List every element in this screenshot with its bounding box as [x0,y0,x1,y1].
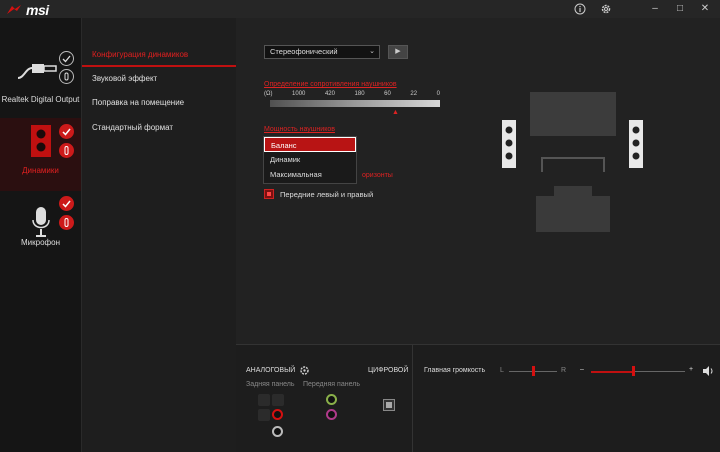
menu-item-speaker-config[interactable]: Конфигурация динамиков [92,50,188,59]
power-dropdown[interactable]: Баланс Динамик Максимальная [263,136,357,184]
analog-label: АНАЛОГОВЫЙ [246,367,296,374]
device-label: Микрофон [21,238,60,247]
volume-plus-button[interactable]: + [689,366,693,373]
scale-tick: 22 [410,91,418,97]
rear-panel-label: Задняя панель [246,381,295,388]
left-speaker-icon [502,120,516,168]
front-lr-label: Передние левый и правый [280,189,374,199]
front-panel-label: Передняя панель [303,381,360,388]
device-label: Realtek Digital Output [1,95,80,104]
digital-label: ЦИФРОВОЙ [368,367,409,374]
device-label: Динамики [22,166,59,175]
scale-tick: 1000 [292,91,306,97]
info-icon[interactable] [571,1,589,17]
select-value: Стереофонический [270,47,338,56]
rear-jack-slot[interactable] [258,394,270,406]
chevron-down-icon: ⌄ [369,48,375,55]
menu-item-room-correction[interactable]: Поправка на помещение [92,98,184,107]
default-comm-icon[interactable] [59,143,74,158]
front-lr-checkbox[interactable] [264,189,274,199]
scale-tick: (Ω) [264,91,273,97]
title-bar: msi – □ ✕ [0,0,720,18]
menu-item-sound-effect[interactable]: Звуковой эффект [92,74,157,83]
impedance-scale: (Ω) 1000 420 180 60 22 0 [264,91,440,97]
device-microphone[interactable]: Микрофон [0,191,81,271]
speaker-volume-icon[interactable] [702,366,714,378]
front-jack-pink[interactable] [326,409,337,420]
impedance-title: Определение сопротивления наушников [264,81,397,88]
msi-logo: msi [6,2,49,18]
volume-slider-thumb[interactable] [632,366,636,376]
fullrange-label: оризонты [362,172,393,179]
balance-left-label: L [500,367,504,374]
logo-text: msi [26,2,49,18]
power-title: Мощность наушников [264,126,335,133]
desk-outline [541,157,605,172]
rear-jack-slot[interactable] [258,409,270,421]
menu-item-default-format[interactable]: Стандартный формат [92,123,173,132]
microphone-icon [32,207,50,237]
maximize-icon[interactable]: □ [671,1,689,17]
settings-menu: Конфигурация динамиков Звуковой эффект П… [81,18,237,452]
volume-minus-button[interactable]: – [580,366,584,373]
listener-chair [536,186,610,232]
power-option-max[interactable]: Максимальная [264,167,356,182]
minimize-icon[interactable]: – [646,1,664,17]
default-device-check-icon[interactable] [59,196,74,211]
impedance-marker-icon: ▲ [392,109,399,116]
default-comm-icon[interactable] [59,215,74,230]
play-icon: ▶ [395,48,401,55]
menu-active-underline [82,65,237,67]
volume-panel: Главная громкость L R – + [413,344,720,452]
right-speaker-icon [629,120,643,168]
master-volume-label: Главная громкость [424,367,486,374]
device-digital-output[interactable]: Realtek Digital Output [0,18,81,118]
main-panel: Стереофонический ⌄ ▶ Определение сопроти… [236,18,720,344]
device-speakers[interactable]: Динамики [0,118,81,191]
analog-settings-gear-icon[interactable] [299,365,310,378]
front-jack-green[interactable] [326,394,337,405]
power-option-speaker[interactable]: Динамик [264,152,356,167]
settings-gear-icon[interactable] [597,1,615,17]
scale-tick: 0 [436,91,440,97]
default-comm-icon[interactable] [59,69,74,84]
speaker-diagram [502,92,643,232]
balance-slider-thumb[interactable] [532,366,535,376]
rear-jack-black[interactable] [272,426,283,437]
rear-jack-slot[interactable] [272,394,284,406]
impedance-bar [270,100,440,107]
volume-slider-track[interactable] [633,371,685,372]
scale-tick: 420 [324,91,335,97]
rear-jack-red[interactable] [272,409,283,420]
balance-right-label: R [561,367,567,374]
dragon-icon [7,5,21,14]
close-icon[interactable]: ✕ [696,1,714,17]
digital-plug-icon [17,64,57,79]
volume-slider-fill[interactable] [591,371,634,373]
front-lr-row[interactable]: Передние левый и правый [264,189,373,199]
test-play-button[interactable]: ▶ [388,45,408,59]
speaker-config-select[interactable]: Стереофонический ⌄ [264,45,380,59]
default-device-check-icon[interactable] [59,51,74,66]
scale-tick: 60 [384,91,391,97]
connectors-panel: АНАЛОГОВЫЙ ЦИФРОВОЙ Задняя панель Передн… [236,344,413,452]
default-device-check-icon[interactable] [59,124,74,139]
power-option-balance[interactable]: Баланс [264,137,356,152]
speaker-icon [31,125,51,157]
monitor-screen [530,92,616,136]
optical-port-icon[interactable] [383,399,395,411]
scale-tick: 180 [354,91,365,97]
device-list: Realtek Digital Output Динамики Микрофон [0,18,81,452]
